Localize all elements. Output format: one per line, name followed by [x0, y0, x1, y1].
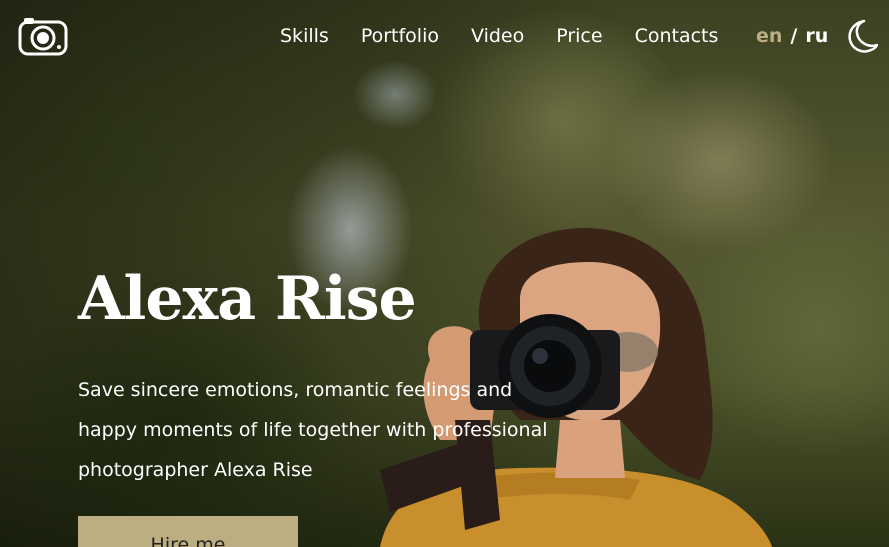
language-switcher: en / ru	[756, 24, 828, 48]
nav-link-price[interactable]: Price	[556, 24, 602, 48]
main-nav: Skills Portfolio Video Price Contacts	[280, 24, 750, 48]
nav-link-contacts[interactable]: Contacts	[635, 24, 719, 48]
lang-en[interactable]: en	[756, 25, 782, 47]
page-title: Alexa Rise	[78, 264, 417, 334]
nav-link-skills[interactable]: Skills	[280, 24, 329, 48]
hero-content: Alexa Rise Save sincere emotions, romant…	[78, 264, 558, 490]
nav-link-portfolio[interactable]: Portfolio	[361, 24, 439, 48]
nav-link-video[interactable]: Video	[471, 24, 524, 48]
lang-ru[interactable]: ru	[805, 25, 828, 47]
camera-icon[interactable]	[18, 16, 68, 56]
hero-subtitle: Save sincere emotions, romantic feelings…	[78, 379, 548, 481]
hero-section: Skills Portfolio Video Price Contacts en…	[0, 0, 889, 547]
lang-separator: /	[790, 25, 798, 47]
hire-me-button[interactable]: Hire me	[78, 516, 298, 547]
moon-icon[interactable]	[842, 18, 879, 54]
site-header: Skills Portfolio Video Price Contacts en…	[0, 0, 889, 72]
